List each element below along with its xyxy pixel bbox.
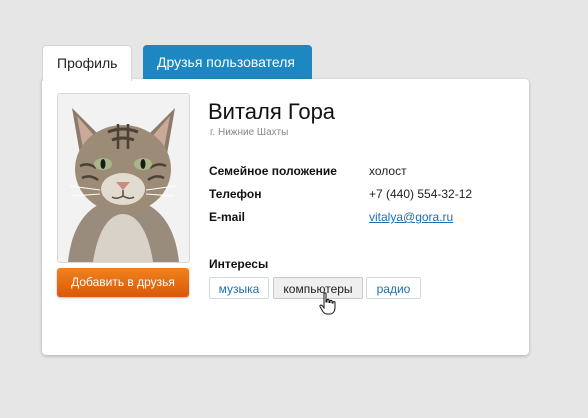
field-label-email: E-mail bbox=[209, 210, 246, 224]
field-value-phone: +7 (440) 554-32-12 bbox=[369, 187, 473, 201]
tab-profile[interactable]: Профиль bbox=[42, 45, 132, 81]
tab-friends[interactable]: Друзья пользователя bbox=[143, 45, 312, 79]
profile-name: Виталя Гора bbox=[208, 99, 336, 124]
profile-card: Добавить в друзья Виталя Гора г. Нижние … bbox=[42, 79, 529, 355]
interest-tag-computers[interactable]: компьютеры bbox=[273, 277, 363, 299]
interest-tag-radio[interactable]: радио bbox=[366, 277, 421, 299]
email-link[interactable]: vitalya@gora.ru bbox=[369, 210, 453, 224]
profile-city: г. Нижние Шахты bbox=[210, 127, 289, 138]
profile-photo bbox=[57, 93, 190, 263]
interest-tag-music[interactable]: музыка bbox=[209, 277, 269, 299]
field-label-marital-status: Семейное положение bbox=[209, 164, 337, 178]
hand-pointer-icon bbox=[319, 292, 337, 321]
cat-photo-image bbox=[58, 94, 189, 262]
field-value-marital-status: холост bbox=[369, 164, 407, 178]
add-friend-button[interactable]: Добавить в друзья bbox=[57, 268, 189, 297]
field-label-phone: Телефон bbox=[209, 187, 262, 201]
interests-title: Интересы bbox=[209, 257, 269, 271]
